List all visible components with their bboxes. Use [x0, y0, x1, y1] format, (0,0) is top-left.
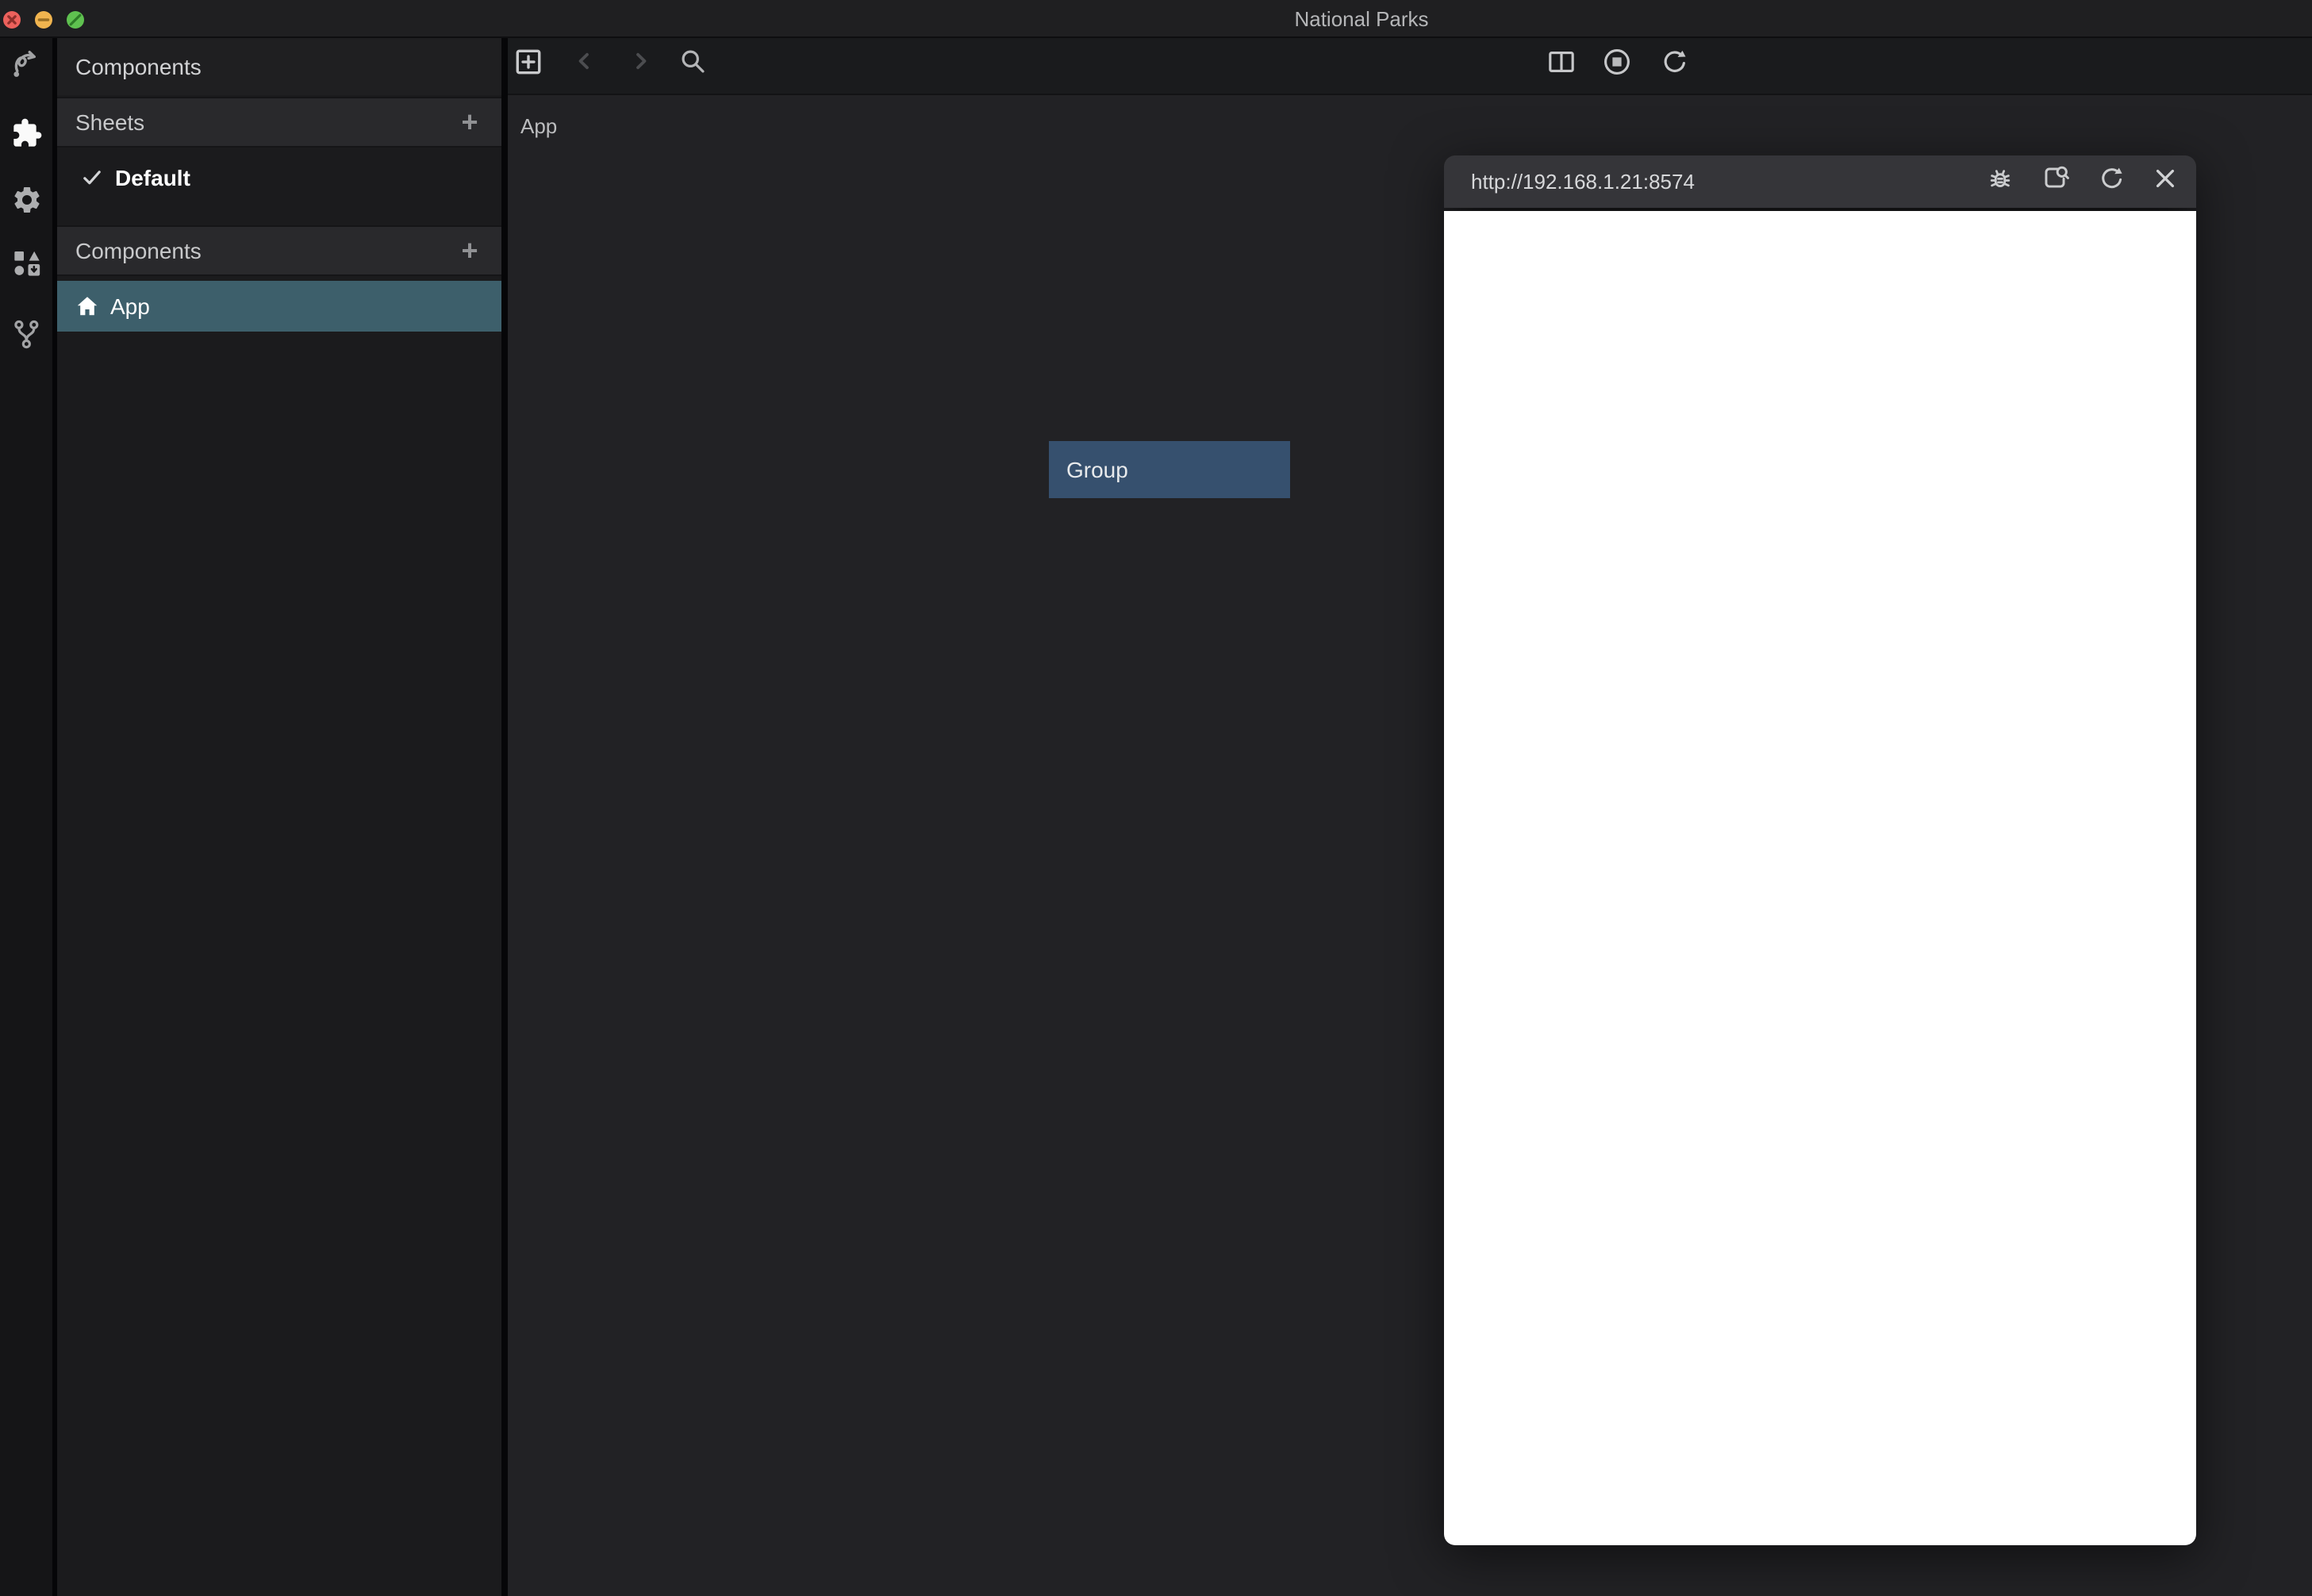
inspect-element-button[interactable] — [2036, 163, 2074, 201]
reload-app-button[interactable] — [1656, 48, 1691, 82]
sheet-item-default[interactable]: Default — [56, 154, 501, 201]
stop-icon — [1603, 47, 1631, 83]
titlebar: National Parks — [0, 0, 2312, 38]
preview-window: http://192.168.1.21:8574 — [1444, 155, 2196, 1545]
tab-app[interactable]: App — [520, 114, 557, 138]
app-builder-window: National Parks — [0, 0, 2312, 1596]
window-minimize-button[interactable] — [35, 10, 52, 28]
close-icon — [2153, 166, 2176, 198]
home-icon — [75, 294, 99, 318]
reload-icon — [2097, 165, 2122, 198]
split-view-button[interactable] — [1543, 48, 1578, 82]
preview-page[interactable] — [1444, 211, 2196, 1545]
preview-reload-button[interactable] — [2091, 163, 2129, 201]
reload-icon — [1660, 48, 1687, 82]
route-icon — [10, 48, 43, 89]
search-icon — [679, 48, 706, 82]
main-toolbar — [508, 38, 2312, 93]
add-frame-button[interactable] — [510, 48, 545, 82]
debug-button[interactable] — [1981, 163, 2019, 201]
add-component-button[interactable]: + — [457, 235, 482, 267]
section-header-components[interactable]: Components + — [56, 225, 501, 276]
sidebar-panel-title: Components — [56, 38, 501, 95]
component-item-app[interactable]: App — [56, 281, 501, 332]
shapes-icon — [10, 247, 42, 287]
url-input[interactable]: http://192.168.1.21:8574 — [1471, 170, 1964, 194]
rail-item-assets[interactable] — [7, 248, 45, 286]
inspect-element-icon — [2041, 163, 2069, 200]
group-component-label: Group — [1066, 457, 1128, 482]
back-button[interactable] — [566, 48, 601, 82]
component-item-label: App — [110, 293, 150, 319]
section-header-sheets[interactable]: Sheets + — [56, 97, 501, 148]
maximize-icon — [67, 10, 84, 28]
window-maximize-button[interactable] — [67, 10, 84, 28]
close-icon — [3, 10, 21, 28]
sidebar-divider — [501, 38, 508, 1596]
checkmark-icon — [80, 166, 104, 190]
git-branch-icon — [10, 317, 43, 358]
minimize-icon — [35, 10, 52, 28]
add-sheet-button[interactable]: + — [457, 106, 482, 138]
window-close-button[interactable] — [3, 10, 21, 28]
group-component[interactable]: Group — [1049, 440, 1289, 498]
bug-icon — [1987, 164, 2014, 199]
chevron-right-icon — [628, 49, 651, 81]
preview-urlbar: http://192.168.1.21:8574 — [1444, 155, 2196, 208]
split-view-icon — [1546, 47, 1575, 83]
add-frame-icon — [513, 47, 542, 83]
forward-button[interactable] — [622, 48, 657, 82]
search-button[interactable] — [675, 48, 710, 82]
rail-item-version-control[interactable] — [7, 318, 45, 356]
sidebar-panel-title-text: Components — [75, 54, 202, 79]
chevron-left-icon — [572, 49, 596, 81]
stop-button[interactable] — [1600, 48, 1634, 82]
rail-item-route[interactable] — [7, 49, 45, 87]
window-title: National Parks — [1294, 6, 1428, 30]
section-title-components: Components — [75, 238, 457, 263]
rail-item-settings[interactable] — [7, 184, 45, 222]
section-title-sheets: Sheets — [75, 109, 457, 135]
sheet-item-label: Default — [115, 165, 190, 190]
preview-close-button[interactable] — [2145, 163, 2183, 201]
gear-icon — [10, 183, 42, 223]
puzzle-icon — [10, 117, 42, 157]
rail-item-components[interactable] — [7, 118, 45, 156]
